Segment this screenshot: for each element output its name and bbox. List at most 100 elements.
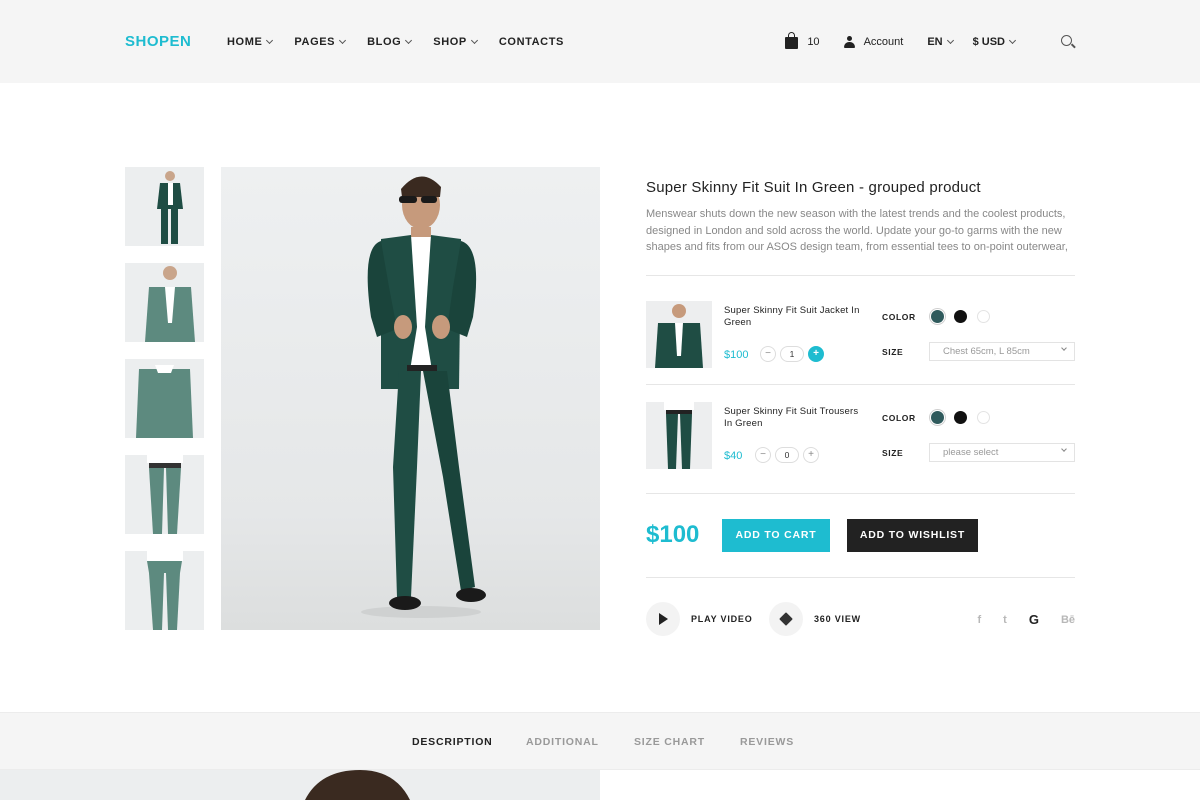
size-select[interactable]: Chest 65cm, L 85cm (929, 342, 1075, 361)
chevron-down-icon (946, 36, 954, 45)
nav-shop-label: SHOP (433, 36, 467, 48)
shopping-bag-icon (785, 32, 799, 49)
logo[interactable]: SHOPEN (125, 33, 191, 50)
thumbnail-5-image (125, 551, 204, 630)
chevron-down-icon (266, 36, 274, 45)
grouped-item-image[interactable] (646, 402, 712, 469)
language-selector[interactable]: EN (927, 36, 954, 48)
color-swatches (931, 310, 1000, 323)
add-to-wishlist-button[interactable]: ADD TO WISHLIST (847, 519, 978, 552)
product-info: Super Skinny Fit Suit In Green - grouped… (646, 175, 1075, 256)
size-label: SIZE (882, 448, 904, 458)
description-model-image (0, 770, 600, 800)
chevron-down-icon (470, 36, 478, 45)
grouped-item-image[interactable] (646, 301, 712, 368)
main-nav: HOME PAGES BLOG SHOP CONTACTS (227, 36, 586, 48)
color-swatch-white[interactable] (977, 411, 990, 424)
language-value: EN (927, 36, 943, 48)
divider (646, 384, 1075, 385)
nav-blog[interactable]: BLOG (367, 36, 413, 48)
jacket-thumb-image (646, 301, 712, 368)
facebook-icon[interactable]: f (977, 614, 981, 626)
tab-reviews[interactable]: REVIEWS (740, 736, 794, 748)
social-share: f t G Bē (955, 612, 1075, 627)
divider (646, 493, 1075, 494)
grouped-item-jacket: Super Skinny Fit Suit Jacket In Green $1… (646, 301, 1075, 368)
thumbnail-3[interactable] (125, 359, 204, 438)
nav-pages[interactable]: PAGES (294, 36, 347, 48)
tab-additional[interactable]: ADDITIONAL (526, 736, 599, 748)
color-swatch-teal[interactable] (931, 411, 944, 424)
divider (646, 577, 1075, 578)
currency-selector[interactable]: $ USD (972, 36, 1017, 48)
total-price: $100 (646, 521, 700, 548)
search-icon[interactable] (1061, 35, 1075, 49)
cube-icon (779, 612, 793, 626)
increase-button[interactable]: + (803, 447, 819, 463)
thumbnail-1[interactable] (125, 167, 204, 246)
color-swatch-white[interactable] (977, 310, 990, 323)
description-image (0, 770, 600, 800)
header-utilities: 10 Account EN $ USD (785, 32, 1075, 52)
360-view-button[interactable]: 360 VIEW (769, 602, 861, 636)
site-header: SHOPEN HOME PAGES BLOG SHOP CONTACTS 10 … (0, 0, 1200, 83)
account-label: Account (863, 36, 904, 48)
thumbnail-5[interactable] (125, 551, 204, 630)
twitter-icon[interactable]: t (1003, 614, 1007, 626)
add-to-cart-button[interactable]: ADD TO CART (722, 519, 830, 552)
color-swatch-black[interactable] (954, 411, 967, 424)
tab-size-chart[interactable]: SIZE CHART (634, 736, 705, 748)
thumbnail-4[interactable] (125, 455, 204, 534)
thumbnail-4-image (125, 455, 204, 534)
product-description: Menswear shuts down the new season with … (646, 208, 1068, 253)
color-swatches (931, 411, 1000, 424)
product-tabs: DESCRIPTION ADDITIONAL SIZE CHART REVIEW… (0, 712, 1200, 770)
nav-contacts-label: CONTACTS (498, 36, 564, 48)
behance-icon[interactable]: Bē (1061, 614, 1075, 626)
chevron-down-icon (1008, 36, 1017, 45)
decrease-button[interactable]: − (755, 447, 771, 463)
chevron-down-icon (1061, 345, 1067, 351)
user-icon (843, 36, 855, 48)
nav-blog-label: BLOG (367, 36, 402, 48)
thumbnail-3-image (125, 359, 204, 438)
account-button[interactable]: Account (843, 36, 904, 48)
play-video-button[interactable]: PLAY VIDEO (646, 602, 753, 636)
size-label: SIZE (882, 347, 904, 357)
color-swatch-teal[interactable] (931, 310, 944, 323)
quantity-stepper: − 0 + (755, 447, 819, 463)
grouped-item-price: $40 (724, 450, 743, 462)
size-select-value: Chest 65cm, L 85cm (943, 346, 1030, 357)
nav-contacts[interactable]: CONTACTS (499, 36, 564, 48)
trousers-thumb-image (646, 402, 712, 469)
currency-value: $ USD (972, 36, 1005, 48)
grouped-item-price: $100 (724, 349, 749, 361)
size-select[interactable]: please select (929, 443, 1075, 462)
grouped-item-name[interactable]: Super Skinny Fit Suit Trousers In Green (724, 406, 864, 430)
grouped-item-name[interactable]: Super Skinny Fit Suit Jacket In Green (724, 305, 864, 329)
grouped-item-trousers: Super Skinny Fit Suit Trousers In Green … (646, 402, 1075, 469)
nav-home[interactable]: HOME (227, 36, 274, 48)
play-video-label: PLAY VIDEO (691, 614, 753, 624)
nav-shop[interactable]: SHOP (433, 36, 478, 48)
suit-model-image (361, 176, 486, 618)
color-label: COLOR (882, 413, 916, 423)
thumbnail-gallery (125, 167, 204, 647)
quantity-input[interactable]: 0 (775, 447, 799, 463)
tab-description[interactable]: DESCRIPTION (412, 736, 493, 748)
main-product-image[interactable] (221, 167, 600, 630)
increase-button[interactable]: + (808, 346, 824, 362)
decrease-button[interactable]: − (760, 346, 776, 362)
cart-button[interactable]: 10 (785, 32, 820, 49)
play-icon (659, 613, 668, 625)
quantity-input[interactable]: 1 (780, 346, 804, 362)
size-select-value: please select (943, 447, 999, 458)
thumbnail-2[interactable] (125, 263, 204, 342)
nav-home-label: HOME (227, 36, 263, 48)
360-view-label: 360 VIEW (814, 614, 861, 624)
color-swatch-black[interactable] (954, 310, 967, 323)
nav-pages-label: PAGES (294, 36, 336, 48)
thumbnail-2-image (125, 263, 204, 342)
quantity-stepper: − 1 + (760, 346, 824, 362)
google-icon[interactable]: G (1029, 612, 1039, 627)
